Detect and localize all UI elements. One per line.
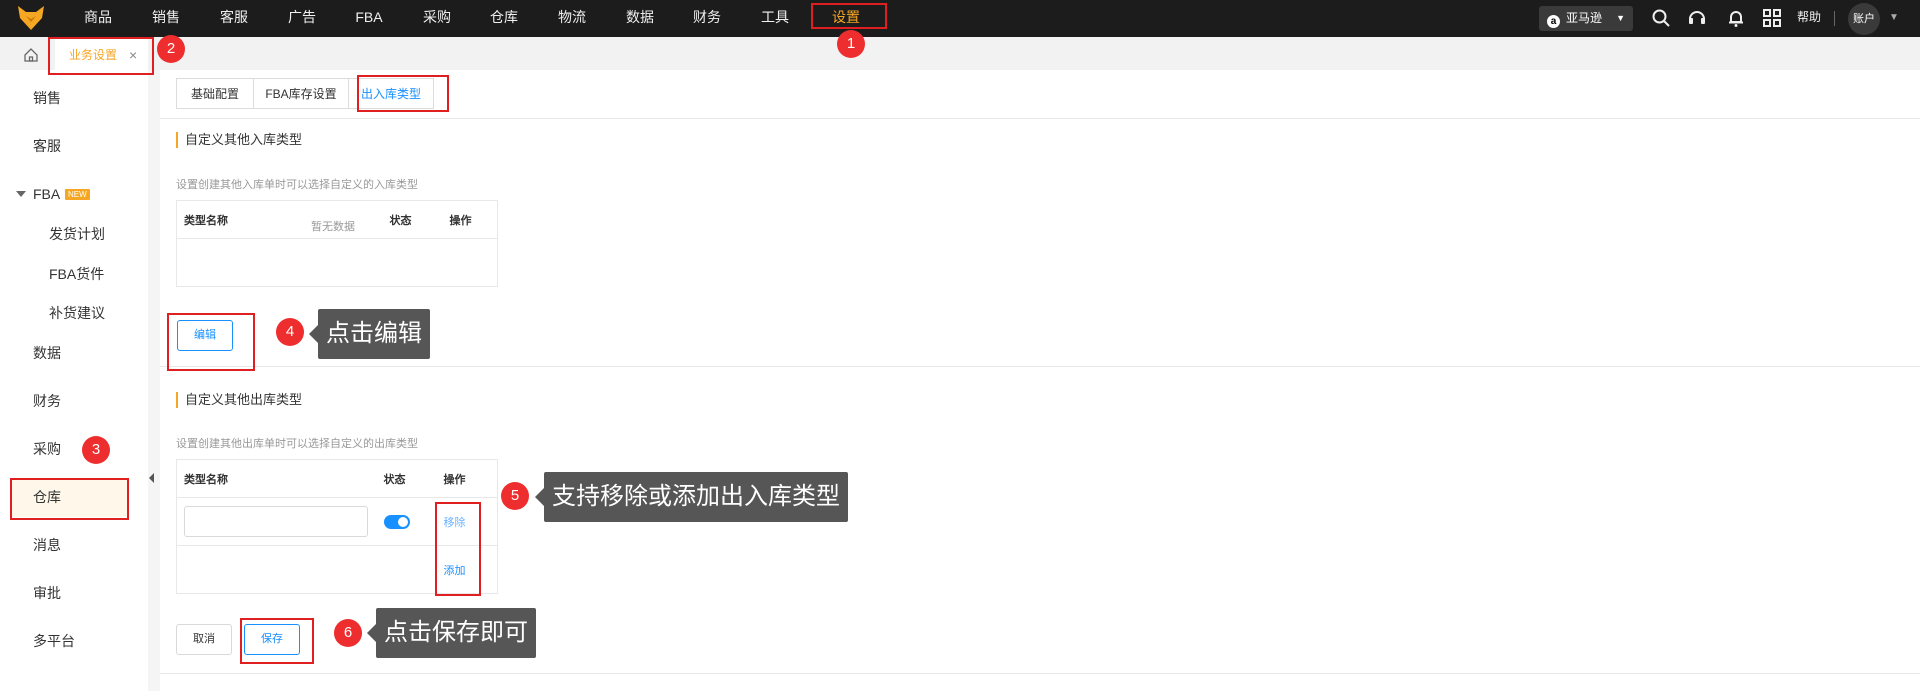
nav-item-purchase[interactable]: 采购: [420, 0, 454, 37]
sidebar-item-fba[interactable]: FBA: [33, 184, 60, 204]
callout-remove-add: 支持移除或添加出入库类型: [535, 472, 848, 522]
main-content: 基础配置 FBA库存设置 出入库类型 自定义其他入库类型 设置创建其他入库单时可…: [160, 70, 1920, 691]
sidebar-item-approval[interactable]: 审批: [33, 583, 61, 603]
sidebar-item-fba-shipment[interactable]: FBA货件: [49, 264, 104, 284]
sidebar-item-warehouse[interactable]: 仓库: [33, 487, 61, 507]
help-link[interactable]: 帮助: [1797, 0, 1821, 35]
step-marker-5: 5: [501, 482, 529, 510]
sidebar-item-replenish[interactable]: 补货建议: [49, 303, 105, 323]
nav-item-data[interactable]: 数据: [623, 0, 657, 37]
nav-item-products[interactable]: 商品: [81, 0, 115, 37]
step-marker-2: 2: [157, 35, 185, 63]
outbound-section-title: 自定义其他出库类型: [176, 392, 302, 408]
tab-inout-types[interactable]: 出入库类型: [348, 78, 434, 109]
nav-item-service[interactable]: 客服: [217, 0, 251, 37]
sidebar-item-shipment-plan[interactable]: 发货计划: [49, 224, 105, 244]
search-icon[interactable]: [1650, 7, 1672, 29]
sidebar-item-multiplatform[interactable]: 多平台: [33, 631, 75, 651]
sidebar-active-highlight: [12, 478, 127, 517]
nav-item-sales[interactable]: 销售: [149, 0, 183, 37]
close-icon[interactable]: ×: [129, 39, 137, 71]
step-marker-6: 6: [334, 619, 362, 647]
tab-label: 业务设置: [69, 48, 118, 62]
remove-link[interactable]: 移除: [444, 517, 466, 529]
status-cell: [376, 497, 437, 546]
store-selector[interactable]: a 亚马逊 ▼: [1539, 6, 1633, 31]
col-actions: 操作: [436, 459, 498, 498]
inbound-hint: 设置创建其他入库单时可以选择自定义的入库类型: [176, 179, 418, 191]
step-marker-3: 3: [82, 436, 110, 464]
bell-icon[interactable]: [1725, 7, 1747, 29]
name-cell: [176, 497, 377, 546]
sidebar-collapse-icon[interactable]: [147, 460, 157, 496]
callout-click-save: 点击保存即可: [367, 608, 536, 658]
sidebar-item-service[interactable]: 客服: [33, 136, 61, 156]
nav-item-tools[interactable]: 工具: [758, 0, 792, 37]
home-icon[interactable]: [23, 47, 39, 63]
sidebar-item-sales[interactable]: 销售: [33, 88, 61, 108]
page-tab-strip: 业务设置 ×: [0, 37, 1920, 70]
tabs-divider: [160, 118, 1920, 119]
nav-divider: [1834, 11, 1835, 26]
tab-basic-config[interactable]: 基础配置: [176, 78, 254, 109]
new-badge: NEW: [65, 189, 90, 200]
store-selector-label: 亚马逊: [1566, 11, 1603, 25]
sidebar-item-finance[interactable]: 财务: [33, 391, 61, 411]
nav-item-ads[interactable]: 广告: [285, 0, 319, 37]
edit-button[interactable]: 编辑: [177, 320, 233, 351]
footer-divider: [160, 673, 1920, 674]
add-row: 添加: [176, 545, 498, 594]
sidebar-item-purchase[interactable]: 采购: [33, 439, 61, 459]
col-type-name: 类型名称: [176, 459, 377, 498]
save-button[interactable]: 保存: [244, 624, 300, 655]
sidebar: 销售 客服 FBA NEW 发货计划 FBA货件 补货建议 数据 财务 采购 仓…: [0, 70, 148, 691]
table-row: 移除: [176, 497, 498, 546]
col-status: 状态: [376, 459, 437, 498]
top-navigation-bar: 商品 销售 客服 广告 FBA 采购 仓库 物流 数据 财务 工具 设置 a 亚马…: [0, 0, 1920, 37]
amazon-icon: a: [1547, 15, 1560, 28]
col-status: 状态: [382, 200, 443, 239]
inbound-section-title: 自定义其他入库类型: [176, 132, 302, 148]
actions-cell: 移除: [436, 497, 498, 546]
nav-item-fba[interactable]: FBA: [352, 0, 386, 37]
apps-grid-icon[interactable]: [1761, 7, 1783, 29]
caret-down-icon[interactable]: [16, 191, 26, 197]
tab-fba-inventory[interactable]: FBA库存设置: [253, 78, 349, 109]
nav-item-warehouse[interactable]: 仓库: [487, 0, 521, 37]
headset-icon[interactable]: [1686, 7, 1708, 29]
step-marker-1: 1: [837, 30, 865, 58]
outbound-hint: 设置创建其他出库单时可以选择自定义的出库类型: [176, 438, 418, 450]
caret-down-icon: ▼: [1616, 13, 1625, 23]
section-divider: [160, 366, 1920, 367]
col-actions: 操作: [442, 200, 498, 239]
add-link[interactable]: 添加: [444, 565, 466, 577]
account-avatar[interactable]: 账户: [1848, 3, 1880, 35]
nav-item-finance[interactable]: 财务: [690, 0, 724, 37]
empty-row: [176, 238, 498, 287]
tab-business-settings[interactable]: 业务设置 ×: [55, 39, 148, 70]
outbound-types-table: 类型名称 状态 操作 移除 添加: [176, 459, 498, 594]
empty-text: 暂无数据: [311, 221, 355, 233]
sidebar-item-message[interactable]: 消息: [33, 535, 61, 555]
type-name-input[interactable]: [184, 506, 368, 537]
callout-click-edit: 点击编辑: [309, 309, 430, 359]
inbound-types-table: 类型名称 状态 操作: [176, 200, 498, 287]
sidebar-item-data[interactable]: 数据: [33, 343, 61, 363]
step-marker-4: 4: [276, 318, 304, 346]
fox-logo-icon[interactable]: [16, 4, 46, 32]
account-caret-down-icon[interactable]: ▼: [1889, 0, 1899, 35]
cancel-button[interactable]: 取消: [176, 624, 232, 655]
nav-item-logistics[interactable]: 物流: [555, 0, 589, 37]
status-toggle[interactable]: [383, 514, 410, 529]
